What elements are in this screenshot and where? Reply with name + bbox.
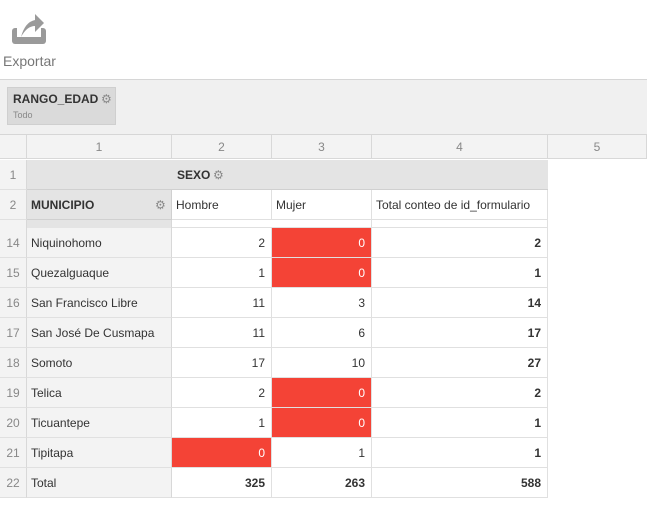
- hombre-cell[interactable]: 2: [172, 228, 272, 258]
- sexo-field-label[interactable]: SEXO: [177, 160, 210, 189]
- municipio-cell[interactable]: Somoto: [27, 348, 172, 378]
- column-number[interactable]: 3: [272, 135, 372, 159]
- gap: [27, 220, 172, 228]
- column-field-header: SEXO ⚙: [27, 160, 548, 190]
- total-cell[interactable]: 1: [372, 258, 548, 288]
- row-number: 19: [0, 378, 27, 408]
- column-header-mujer[interactable]: Mujer: [272, 190, 372, 220]
- gear-icon[interactable]: ⚙: [213, 160, 224, 189]
- hombre-cell[interactable]: 2: [172, 378, 272, 408]
- mujer-cell[interactable]: 0: [272, 258, 372, 288]
- hombre-cell[interactable]: 325: [172, 468, 272, 498]
- row-number: 20: [0, 408, 27, 438]
- total-cell[interactable]: 2: [372, 378, 548, 408]
- row-number: 2: [0, 190, 27, 220]
- filter-chip-rango-edad[interactable]: RANGO_EDAD ⚙ Todo: [7, 87, 116, 125]
- mujer-cell[interactable]: 0: [272, 408, 372, 438]
- filter-value: Todo: [13, 110, 33, 120]
- export-label: Exportar: [3, 53, 56, 69]
- municipio-cell[interactable]: San Francisco Libre: [27, 288, 172, 318]
- hombre-cell[interactable]: 11: [172, 288, 272, 318]
- hombre-cell[interactable]: 1: [172, 258, 272, 288]
- municipio-cell[interactable]: Quezalguaque: [27, 258, 172, 288]
- column-number[interactable]: 1: [27, 135, 172, 159]
- upload-icon: [12, 14, 46, 44]
- row-number: 15: [0, 258, 27, 288]
- municipio-cell[interactable]: Ticuantepe: [27, 408, 172, 438]
- total-cell[interactable]: 1: [372, 408, 548, 438]
- mujer-cell[interactable]: 0: [272, 378, 372, 408]
- total-label[interactable]: Total: [27, 468, 172, 498]
- hombre-cell[interactable]: 11: [172, 318, 272, 348]
- total-cell[interactable]: 17: [372, 318, 548, 348]
- hombre-cell[interactable]: 17: [172, 348, 272, 378]
- municipio-cell[interactable]: Niquinohomo: [27, 228, 172, 258]
- row-field-header: MUNICIPIO ⚙: [27, 190, 172, 220]
- filter-label: RANGO_EDAD: [13, 92, 99, 106]
- column-number[interactable]: 2: [172, 135, 272, 159]
- municipio-cell[interactable]: Tipitapa: [27, 438, 172, 468]
- column-header-total[interactable]: Total conteo de id_formulario: [372, 190, 548, 220]
- municipio-cell[interactable]: San José De Cusmapa: [27, 318, 172, 348]
- mujer-cell[interactable]: 0: [272, 228, 372, 258]
- gear-icon[interactable]: ⚙: [101, 93, 112, 105]
- hombre-cell[interactable]: 1: [172, 408, 272, 438]
- total-cell[interactable]: 14: [372, 288, 548, 318]
- row-number: 22: [0, 468, 27, 498]
- total-cell[interactable]: 1: [372, 438, 548, 468]
- mujer-cell[interactable]: 3: [272, 288, 372, 318]
- row-number: 21: [0, 438, 27, 468]
- gap: [0, 220, 27, 228]
- municipio-field-label[interactable]: MUNICIPIO: [31, 190, 94, 219]
- gear-icon[interactable]: ⚙: [155, 190, 166, 219]
- column-number[interactable]: 4: [372, 135, 548, 159]
- municipio-cell[interactable]: Telica: [27, 378, 172, 408]
- total-cell[interactable]: 27: [372, 348, 548, 378]
- gap: [172, 220, 372, 228]
- row-number: 14: [0, 228, 27, 258]
- mujer-cell[interactable]: 6: [272, 318, 372, 348]
- column-header-hombre[interactable]: Hombre: [172, 190, 272, 220]
- row-number: 18: [0, 348, 27, 378]
- gap: [372, 220, 548, 228]
- mujer-cell[interactable]: 10: [272, 348, 372, 378]
- mujer-cell[interactable]: 1: [272, 438, 372, 468]
- filter-area: RANGO_EDAD ⚙ Todo: [0, 80, 647, 135]
- corner-cell: [0, 135, 27, 159]
- row-number: 17: [0, 318, 27, 348]
- row-number: 1: [0, 160, 27, 190]
- hombre-cell[interactable]: 0: [172, 438, 272, 468]
- total-cell[interactable]: 588: [372, 468, 548, 498]
- export-button[interactable]: Exportar: [0, 0, 70, 72]
- row-number: 16: [0, 288, 27, 318]
- column-number[interactable]: 5: [548, 135, 647, 159]
- total-cell[interactable]: 2: [372, 228, 548, 258]
- mujer-cell[interactable]: 263: [272, 468, 372, 498]
